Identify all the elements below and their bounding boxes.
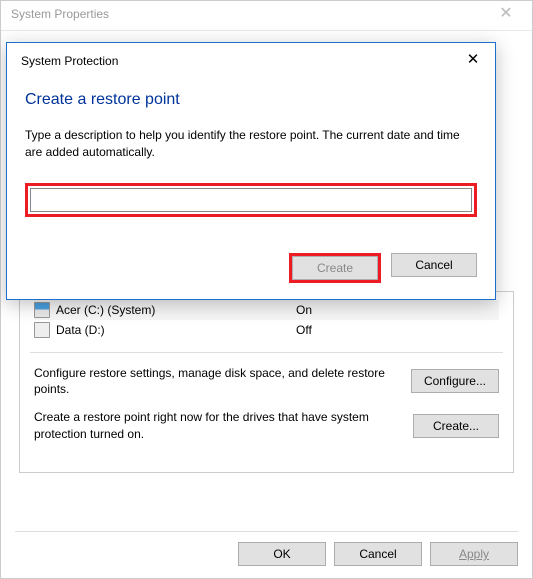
input-highlight xyxy=(25,183,477,217)
drive-name: Acer (C:) (System) xyxy=(56,303,296,317)
system-protection-dialog: System Protection ✕ Create a restore poi… xyxy=(6,42,496,300)
modal-close-button[interactable]: ✕ xyxy=(461,51,485,71)
modal-heading: Create a restore point xyxy=(25,91,477,109)
separator xyxy=(30,352,503,353)
footer-buttons: OK Cancel Apply xyxy=(15,531,518,566)
configure-button[interactable]: Configure... xyxy=(411,369,499,393)
modal-create-button[interactable]: Create xyxy=(292,256,378,280)
configure-row: Configure restore settings, manage disk … xyxy=(34,365,499,397)
drive-status: Off xyxy=(296,323,499,337)
apply-label: Apply xyxy=(459,547,489,561)
modal-cancel-button[interactable]: Cancel xyxy=(391,253,477,277)
restore-point-name-input[interactable] xyxy=(30,188,472,212)
modal-body: Create a restore point Type a descriptio… xyxy=(7,75,495,299)
create-button-highlight: Create xyxy=(289,253,381,283)
protection-settings-panel: Acer (C:) (System) On Data (D:) Off Conf… xyxy=(19,291,514,473)
drive-status: On xyxy=(296,303,499,317)
drive-icon xyxy=(34,302,50,318)
drive-icon xyxy=(34,322,50,338)
create-text: Create a restore point right now for the… xyxy=(34,409,401,441)
apply-button[interactable]: Apply xyxy=(430,542,518,566)
configure-text: Configure restore settings, manage disk … xyxy=(34,365,399,397)
modal-titlebar: System Protection ✕ xyxy=(7,43,495,75)
close-icon: ✕ xyxy=(499,5,512,22)
create-button[interactable]: Create... xyxy=(413,414,499,438)
cancel-button[interactable]: Cancel xyxy=(334,542,422,566)
modal-description: Type a description to help you identify … xyxy=(25,127,477,161)
parent-title: System Properties xyxy=(11,7,109,21)
modal-button-row: Create Cancel xyxy=(25,253,477,283)
close-icon: ✕ xyxy=(467,51,480,68)
drive-name: Data (D:) xyxy=(56,323,296,337)
create-row: Create a restore point right now for the… xyxy=(34,409,499,441)
ok-button[interactable]: OK xyxy=(238,542,326,566)
parent-titlebar: System Properties xyxy=(1,1,532,31)
drive-row[interactable]: Acer (C:) (System) On xyxy=(34,300,499,320)
drive-row[interactable]: Data (D:) Off xyxy=(34,320,499,340)
modal-title: System Protection xyxy=(21,54,461,68)
parent-close-button[interactable]: ✕ xyxy=(486,3,526,27)
